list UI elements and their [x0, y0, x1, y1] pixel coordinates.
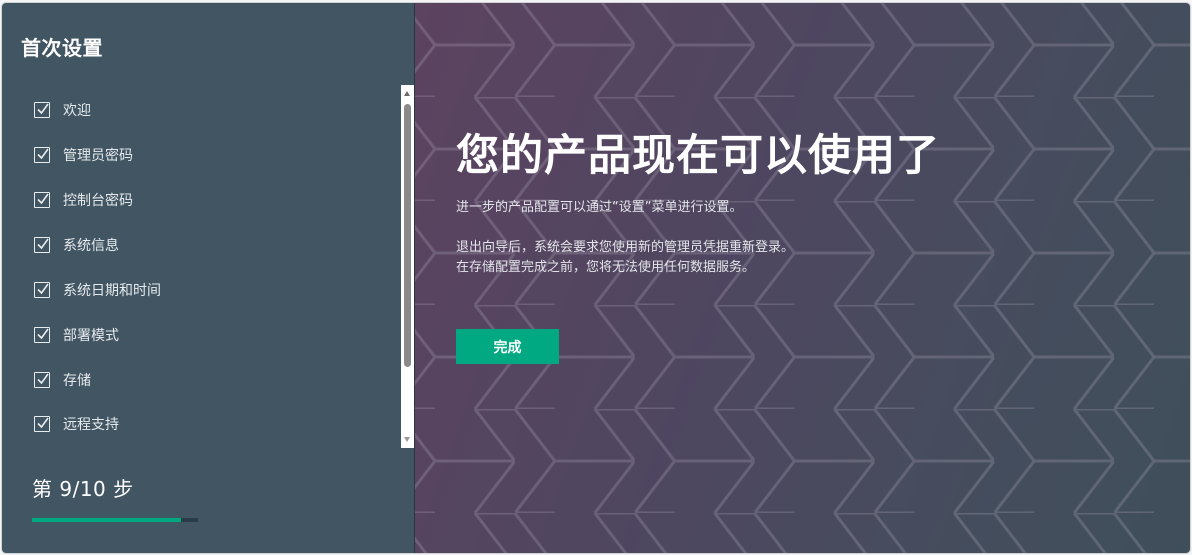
checkbox-checked-icon	[34, 237, 50, 253]
scroll-thumb[interactable]	[404, 104, 411, 367]
step-label: 系统日期和时间	[63, 283, 161, 299]
step-list[interactable]: 欢迎 管理员密码 控制台密码 系统信息 系统日期和时间 部署模式 存储 远程支持	[2, 85, 400, 447]
scroll-down-arrow-icon[interactable]	[404, 437, 410, 442]
step-counter: 第 9/10 步	[32, 477, 134, 501]
step-item-date-time[interactable]: 系统日期和时间	[34, 278, 161, 302]
step-item-storage[interactable]: 存储	[34, 368, 91, 392]
step-item-welcome[interactable]: 欢迎	[34, 98, 91, 122]
step-label: 存储	[63, 373, 91, 389]
progress-bar-fill	[32, 518, 182, 522]
checkbox-checked-icon	[34, 192, 50, 208]
progress-bar	[32, 518, 198, 522]
scroll-up-arrow-icon[interactable]	[404, 91, 410, 96]
main-panel: 您的产品现在可以使用了 进一步的产品配置可以通过“设置”菜单进行设置。 退出向导…	[415, 3, 1190, 553]
step-label: 欢迎	[63, 103, 91, 119]
step-item-deployment-mode[interactable]: 部署模式	[34, 323, 119, 347]
info-text-storage: 在存储配置完成之前，您将无法使用任何数据服务。	[456, 260, 756, 275]
step-list-scrollbar[interactable]	[401, 85, 414, 448]
checkbox-checked-icon	[34, 282, 50, 298]
step-label: 管理员密码	[63, 148, 133, 164]
step-item-console-password[interactable]: 控制台密码	[34, 188, 133, 212]
step-label: 部署模式	[63, 328, 119, 344]
step-item-remote-support[interactable]: 远程支持	[34, 412, 119, 436]
step-item-system-info[interactable]: 系统信息	[34, 233, 119, 257]
info-text-relogin: 退出向导后，系统会要求您使用新的管理员凭据重新登录。	[456, 240, 795, 255]
sidebar: 首次设置 欢迎 管理员密码 控制台密码 系统信息 系统日期和时间 部署模式 存储…	[2, 3, 415, 553]
checkbox-checked-icon	[34, 372, 50, 388]
checkbox-checked-icon	[34, 147, 50, 163]
sidebar-title: 首次设置	[21, 36, 103, 60]
checkbox-checked-icon	[34, 102, 50, 118]
step-label: 控制台密码	[63, 193, 133, 209]
step-item-admin-password[interactable]: 管理员密码	[34, 143, 133, 167]
finish-button[interactable]: 完成	[456, 329, 559, 364]
setup-wizard-window: 首次设置 欢迎 管理员密码 控制台密码 系统信息 系统日期和时间 部署模式 存储…	[2, 3, 1190, 553]
checkbox-checked-icon	[34, 327, 50, 343]
checkbox-checked-icon	[34, 416, 50, 432]
page-heading: 您的产品现在可以使用了	[456, 131, 940, 181]
background-pattern	[415, 3, 1190, 553]
step-label: 系统信息	[63, 238, 119, 254]
info-text-settings: 进一步的产品配置可以通过“设置”菜单进行设置。	[456, 200, 743, 215]
step-label: 远程支持	[63, 417, 119, 433]
